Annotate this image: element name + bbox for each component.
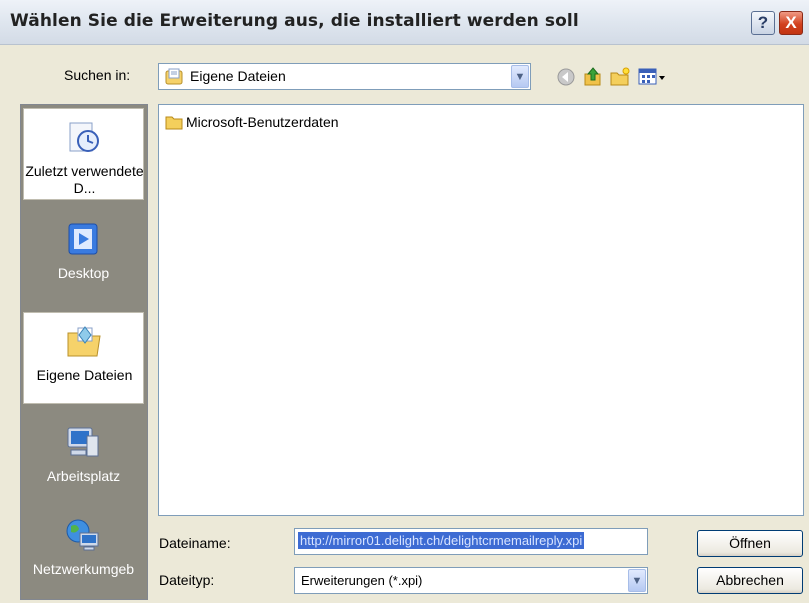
file-list[interactable]: Microsoft-Benutzerdaten bbox=[158, 104, 804, 516]
place-label: Desktop bbox=[57, 265, 110, 281]
place-label: Eigene Dateien bbox=[36, 367, 133, 383]
file-name: Microsoft-Benutzerdaten bbox=[186, 114, 339, 130]
window-title: Wählen Sie die Erweiterung aus, die inst… bbox=[10, 11, 579, 31]
filetype-label: Dateityp: bbox=[159, 572, 215, 588]
lookin-dropdown[interactable]: Eigene Dateien ▼ bbox=[158, 63, 531, 90]
chevron-down-icon[interactable]: ▼ bbox=[628, 569, 646, 592]
place-my-documents[interactable]: Eigene Dateien bbox=[23, 312, 144, 404]
place-recent-documents[interactable]: Zuletzt verwendete D... bbox=[23, 108, 144, 200]
place-label: Netzwerkumgeb bbox=[32, 561, 135, 577]
close-button[interactable]: X bbox=[779, 11, 803, 35]
view-menu-icon[interactable] bbox=[638, 67, 666, 87]
filetype-dropdown[interactable]: Erweiterungen (*.xpi) ▼ bbox=[294, 567, 648, 594]
recent-documents-icon bbox=[69, 122, 99, 152]
up-folder-icon[interactable] bbox=[583, 67, 603, 87]
back-icon[interactable] bbox=[556, 67, 576, 87]
title-bar: Wählen Sie die Erweiterung aus, die inst… bbox=[0, 0, 809, 45]
filename-label: Dateiname: bbox=[159, 535, 231, 551]
cancel-button[interactable]: Abbrechen bbox=[697, 567, 803, 594]
places-bar: Zuletzt verwendete D... Desktop Eigene D… bbox=[20, 104, 148, 600]
desktop-icon bbox=[68, 223, 98, 255]
help-button[interactable]: ? bbox=[751, 11, 775, 35]
lookin-label: Suchen in: bbox=[64, 67, 131, 83]
open-button[interactable]: Öffnen bbox=[697, 530, 803, 557]
new-folder-icon[interactable] bbox=[610, 67, 630, 87]
network-icon bbox=[66, 519, 99, 551]
place-desktop[interactable]: Desktop bbox=[23, 211, 144, 303]
filename-value: http://mirror01.delight.ch/delightcrmema… bbox=[298, 532, 585, 549]
my-documents-icon bbox=[165, 68, 183, 85]
folder-icon bbox=[165, 116, 183, 129]
place-network[interactable]: Netzwerkumgeb bbox=[23, 507, 144, 599]
place-label: Arbeitsplatz bbox=[46, 468, 121, 484]
my-computer-icon bbox=[67, 427, 99, 457]
list-item[interactable]: Microsoft-Benutzerdaten bbox=[165, 114, 339, 130]
filename-input[interactable]: http://mirror01.delight.ch/delightcrmema… bbox=[294, 528, 648, 555]
chevron-down-icon[interactable]: ▼ bbox=[511, 65, 529, 88]
place-my-computer[interactable]: Arbeitsplatz bbox=[23, 414, 144, 506]
lookin-value: Eigene Dateien bbox=[190, 68, 286, 84]
filetype-value: Erweiterungen (*.xpi) bbox=[301, 573, 423, 588]
place-label: Zuletzt verwendete D... bbox=[25, 163, 144, 196]
my-documents-icon bbox=[67, 326, 101, 357]
